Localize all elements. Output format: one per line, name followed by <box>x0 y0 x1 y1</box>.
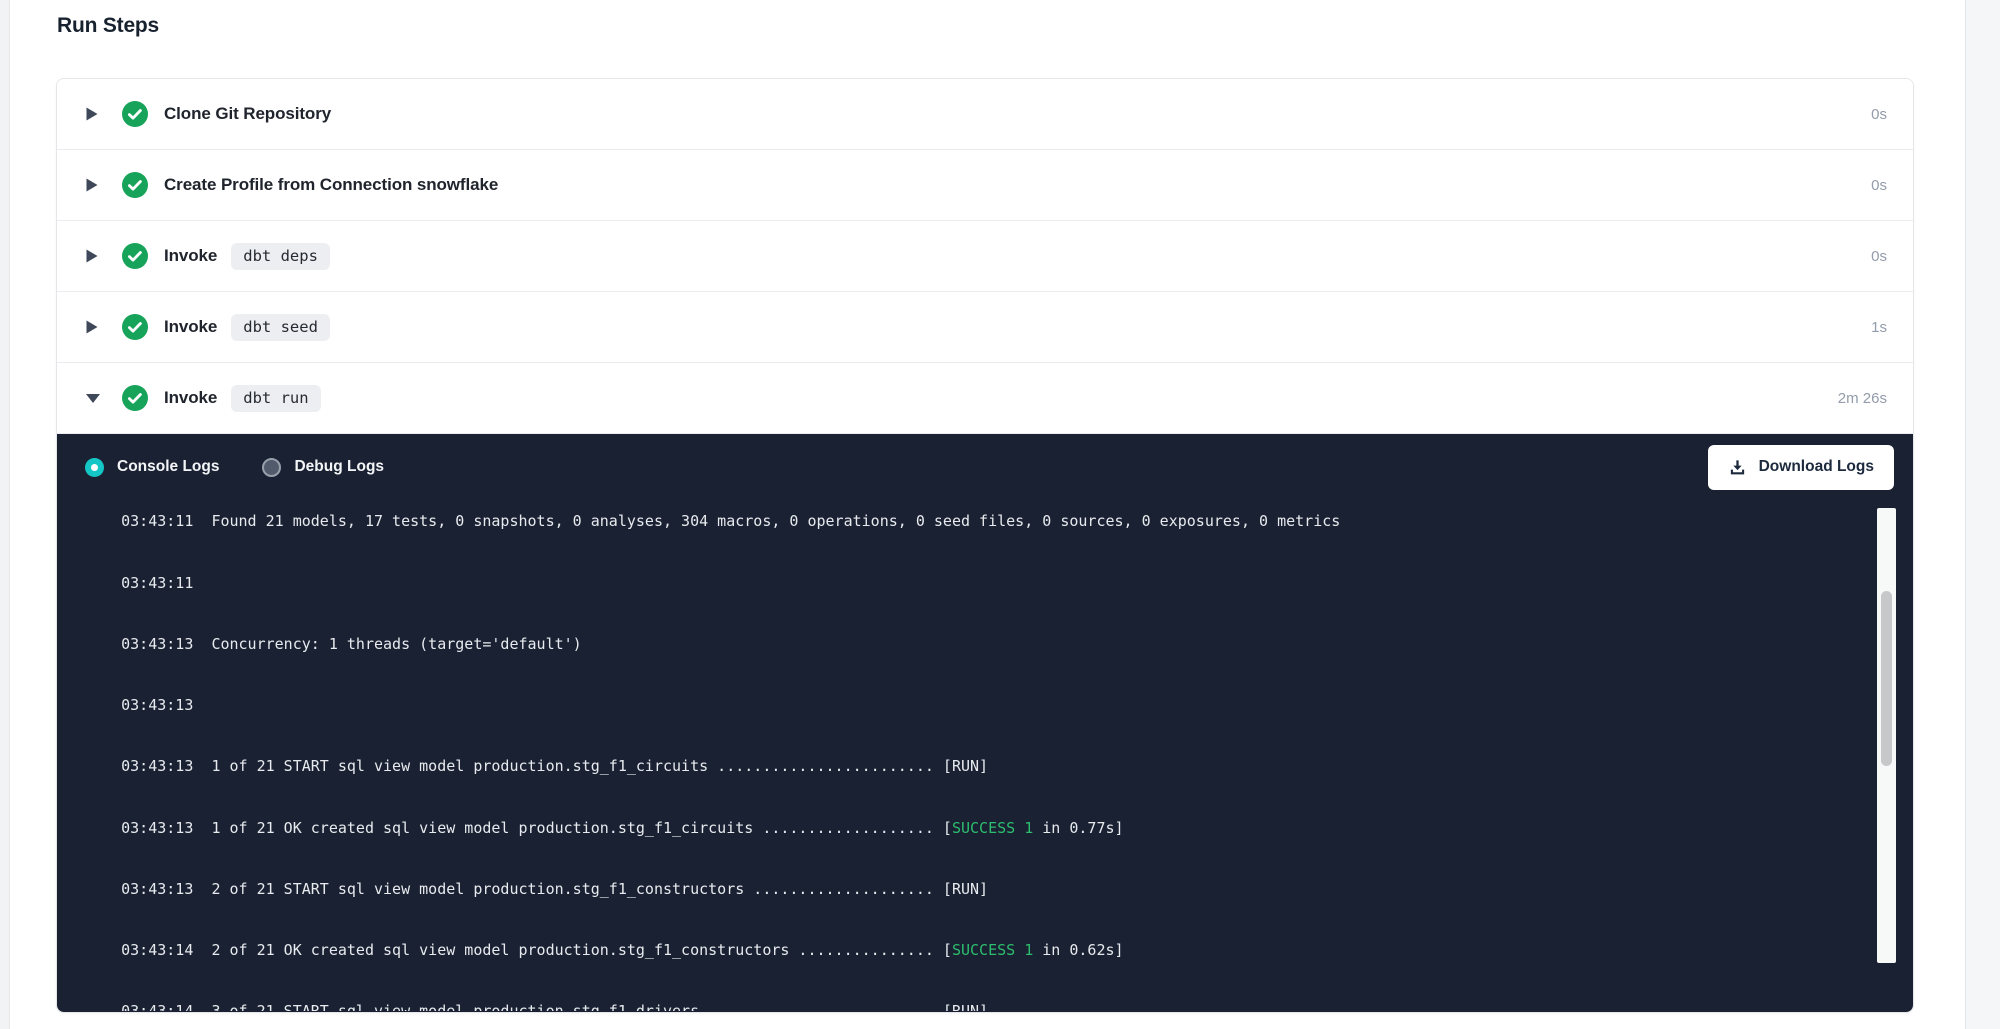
log-message: 2 of 21 OK created sql view model produc… <box>211 941 1123 959</box>
page-title: Run Steps <box>57 14 159 38</box>
log-line: 03:43:14 2 of 21 OK created sql view mod… <box>85 920 1913 981</box>
console-scrollbar-thumb[interactable] <box>1881 591 1892 766</box>
run-step-row[interactable]: Create Profile from Connection snowflake… <box>57 150 1913 221</box>
log-timestamp: 03:43:14 <box>121 941 211 959</box>
download-logs-button[interactable]: Download Logs <box>1708 445 1894 490</box>
download-logs-label: Download Logs <box>1759 458 1874 476</box>
step-duration: 0s <box>1871 106 1887 123</box>
log-timestamp: 03:43:11 <box>121 512 211 530</box>
run-steps-list: Clone Git Repository 0s Create Profile f… <box>57 79 1913 434</box>
check-circle-icon <box>122 243 148 269</box>
tab-console-logs[interactable]: Console Logs <box>85 458 219 477</box>
console-panel: Console Logs Debug Logs Download Logs <box>57 434 1913 1013</box>
chevron-right-icon[interactable] <box>86 107 101 121</box>
console-scrollbar[interactable] <box>1877 508 1896 963</box>
log-line: 03:43:13 <box>85 675 1913 736</box>
log-message: Concurrency: 1 threads (target='default'… <box>211 635 581 653</box>
log-line: 03:43:13 Concurrency: 1 threads (target=… <box>85 613 1913 674</box>
tab-debug-logs[interactable]: Debug Logs <box>262 458 384 477</box>
log-lines: 03:43:11 Found 21 models, 17 tests, 0 sn… <box>57 500 1913 1011</box>
step-label: Invoke <box>164 317 217 337</box>
step-label: Invoke <box>164 246 217 266</box>
run-step-row[interactable]: Invoke dbt run 2m 26s <box>57 363 1913 434</box>
chevron-right-icon[interactable] <box>86 178 101 192</box>
step-command-chip: dbt seed <box>231 314 330 341</box>
log-timestamp: 03:43:13 <box>121 696 211 714</box>
check-circle-icon <box>122 101 148 127</box>
log-timestamp: 03:43:11 <box>121 574 211 592</box>
log-timestamp: 03:43:13 <box>121 635 211 653</box>
console-header: Console Logs Debug Logs Download Logs <box>57 434 1913 500</box>
check-circle-icon <box>122 314 148 340</box>
log-message: Found 21 models, 17 tests, 0 snapshots, … <box>211 512 1340 530</box>
step-label: Clone Git Repository <box>164 104 331 124</box>
log-line: 03:43:13 1 of 21 OK created sql view mod… <box>85 797 1913 858</box>
log-timestamp: 03:43:13 <box>121 757 211 775</box>
log-timestamp: 03:43:13 <box>121 880 211 898</box>
step-duration: 1s <box>1871 319 1887 336</box>
log-line: 03:43:11 Found 21 models, 17 tests, 0 sn… <box>85 500 1913 552</box>
log-timestamp: 03:43:13 <box>121 819 211 837</box>
step-command-chip: dbt deps <box>231 243 330 270</box>
log-message: 1 of 21 START sql view model production.… <box>211 757 988 775</box>
step-duration: 0s <box>1871 177 1887 194</box>
chevron-right-icon[interactable] <box>86 249 101 263</box>
run-step-row[interactable]: Invoke dbt deps 0s <box>57 221 1913 292</box>
download-icon <box>1728 458 1747 477</box>
step-label: Invoke <box>164 388 217 408</box>
right-gutter <box>1965 0 2000 1029</box>
log-tab-label: Console Logs <box>117 458 219 476</box>
log-line: 03:43:13 1 of 21 START sql view model pr… <box>85 736 1913 797</box>
log-message: 3 of 21 START sql view model production.… <box>211 1002 988 1011</box>
chevron-right-icon[interactable] <box>86 320 101 334</box>
radio-icon[interactable] <box>262 458 281 477</box>
step-label: Create Profile from Connection snowflake <box>164 175 498 195</box>
radio-icon[interactable] <box>85 458 104 477</box>
check-circle-icon <box>122 385 148 411</box>
console-log-output[interactable]: 03:43:11 Found 21 models, 17 tests, 0 sn… <box>57 500 1913 1011</box>
log-line: 03:43:11 <box>85 552 1913 613</box>
left-gutter <box>0 0 10 1029</box>
log-tab-label: Debug Logs <box>294 458 384 476</box>
step-duration: 2m 26s <box>1838 390 1887 407</box>
step-command-chip: dbt run <box>231 385 320 412</box>
log-line: 03:43:13 2 of 21 START sql view model pr… <box>85 858 1913 919</box>
log-message: 2 of 21 START sql view model production.… <box>211 880 988 898</box>
run-steps-screen: Run Steps Clone Git Repository 0s Create… <box>0 0 2000 1029</box>
step-duration: 0s <box>1871 248 1887 265</box>
log-message: 1 of 21 OK created sql view model produc… <box>211 819 1123 837</box>
log-timestamp: 03:43:14 <box>121 1002 211 1011</box>
run-step-row[interactable]: Invoke dbt seed 1s <box>57 292 1913 363</box>
run-step-row[interactable]: Clone Git Repository 0s <box>57 79 1913 150</box>
log-line: 03:43:14 3 of 21 START sql view model pr… <box>85 981 1913 1011</box>
run-steps-card: Clone Git Repository 0s Create Profile f… <box>56 78 1914 1013</box>
log-type-switcher: Console Logs Debug Logs <box>85 458 427 477</box>
chevron-down-icon[interactable] <box>86 394 101 403</box>
check-circle-icon <box>122 172 148 198</box>
